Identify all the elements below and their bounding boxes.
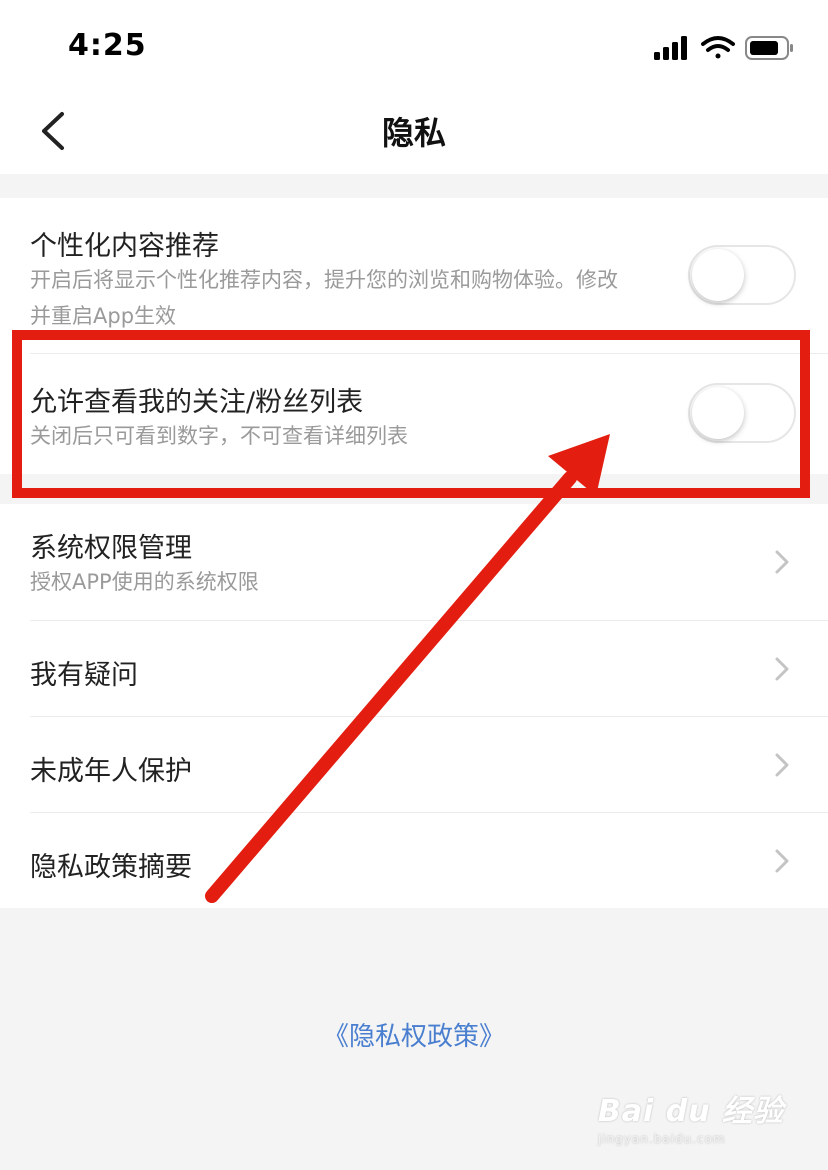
chevron-right-icon	[775, 657, 789, 681]
status-bar: 4:25	[0, 0, 828, 88]
system-permissions-subtitle: 授权APP使用的系统权限	[30, 570, 259, 594]
minor-protection-title: 未成年人保护	[30, 756, 192, 787]
privacy-summary-row[interactable]: 隐私政策摘要	[0, 813, 828, 908]
questions-title: 我有疑问	[30, 660, 138, 691]
battery-icon	[745, 36, 793, 60]
follow-list-row: 允许查看我的关注/粉丝列表 关闭后只可看到数字，不可查看详细列表	[0, 354, 828, 474]
personalized-title: 个性化内容推荐	[30, 231, 219, 262]
watermark-logo-text: Bai du 经验	[597, 1094, 784, 1129]
status-time: 4:25	[68, 28, 147, 63]
personalized-subtitle: 开启后将显示个性化推荐内容，提升您的浏览和购物体验。修改并重启App生效	[30, 268, 618, 328]
personalized-recommendation-row: 个性化内容推荐 开启后将显示个性化推荐内容，提升您的浏览和购物体验。修改并重启A…	[0, 198, 828, 353]
privacy-toggles-section: 个性化内容推荐 开启后将显示个性化推荐内容，提升您的浏览和购物体验。修改并重启A…	[0, 198, 828, 474]
privacy-policy-link[interactable]: 《隐私权政策》	[0, 1016, 828, 1053]
system-permissions-title: 系统权限管理	[30, 533, 192, 564]
toggle-knob	[692, 249, 744, 301]
menu-section: 系统权限管理 授权APP使用的系统权限 我有疑问 未成年人保护 隐私政策摘要	[0, 504, 828, 908]
page-title: 隐私	[381, 114, 446, 152]
privacy-summary-title: 隐私政策摘要	[30, 852, 192, 883]
questions-row[interactable]: 我有疑问	[0, 621, 828, 716]
status-icons	[654, 34, 794, 62]
chevron-right-icon	[775, 849, 789, 873]
nav-bar: 隐私	[0, 88, 828, 174]
personalized-toggle[interactable]	[688, 245, 796, 305]
chevron-right-icon	[775, 753, 789, 777]
follow-list-title: 允许查看我的关注/粉丝列表	[30, 387, 364, 418]
follow-list-subtitle: 关闭后只可看到数字，不可查看详细列表	[30, 424, 408, 448]
chevron-right-icon	[775, 550, 789, 574]
watermark-url: jingyan.baidu.com	[597, 1132, 726, 1146]
toggle-knob	[692, 387, 744, 439]
cellular-signal-icon	[654, 36, 687, 60]
baidu-jingyan-watermark: Bai du 经验 jingyan.baidu.com	[598, 1086, 784, 1146]
follow-list-toggle[interactable]	[688, 383, 796, 443]
wifi-icon	[701, 36, 735, 59]
minor-protection-row[interactable]: 未成年人保护	[0, 717, 828, 812]
system-permissions-row[interactable]: 系统权限管理 授权APP使用的系统权限	[0, 504, 828, 620]
